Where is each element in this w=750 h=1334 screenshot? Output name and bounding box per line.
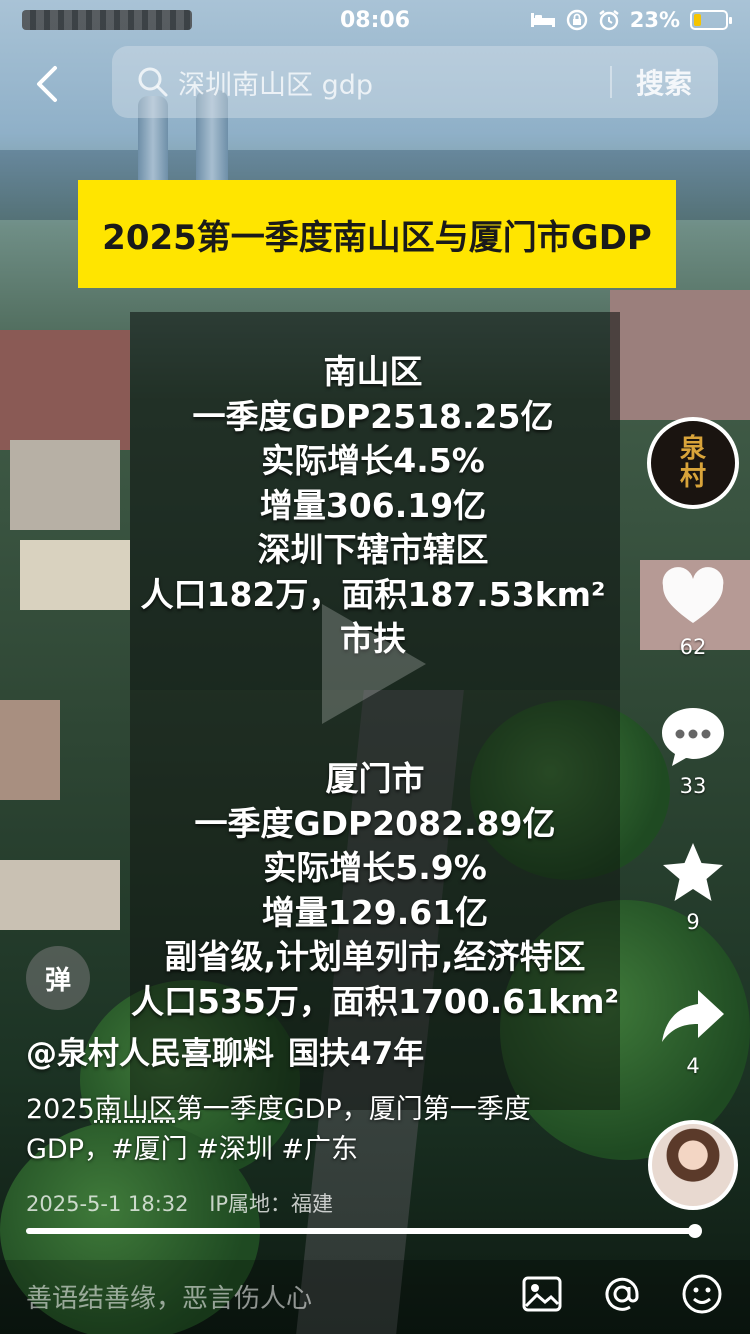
post-date: 2025-5-1 18:32 [26,1192,189,1216]
video-description: 2025南山区第一季度GDP，厦门第一季度GDP，#厦门 #深圳 #广东 [26,1090,586,1170]
xiamen-line: 人口535万，面积1700.61km² [131,981,619,1021]
author-overlay-text: 国扶47年 [288,1036,425,1072]
battery-percent: 23% [629,8,680,32]
nanshan-line: 实际增长4.5% [261,441,485,480]
bed-icon [530,13,555,27]
at-icon [605,1277,639,1311]
author-name[interactable]: @泉村人民喜聊料 [26,1036,274,1072]
creator-avatar[interactable]: 泉村 [647,417,739,509]
emoji-button[interactable] [680,1272,724,1316]
nanshan-line: 一季度GDP2518.25亿 [192,396,554,436]
search-divider [609,66,612,98]
music-disc-avatar[interactable] [648,1120,738,1210]
xiamen-line: 副省级,计划单列市,经济特区 [164,937,586,976]
ip-location: IP属地：福建 [209,1192,334,1216]
share-button[interactable]: 4 [656,982,730,1078]
comment-button[interactable]: 33 [656,702,730,798]
comment-count: 33 [679,774,707,798]
back-button[interactable] [26,60,70,108]
video-progress-bar[interactable] [26,1224,702,1238]
status-right: 23% [530,8,732,32]
carrier-info [22,10,192,30]
image-icon [522,1276,562,1312]
heart-icon [662,567,724,623]
favorite-button[interactable]: 9 [656,838,730,934]
creator-logo: 泉村 [679,434,706,492]
mention-button[interactable] [600,1272,644,1316]
title-banner: 2025第一季度南山区与厦门市GDP [78,180,676,288]
share-icon [662,990,724,1042]
xiamen-text: 厦门市 一季度GDP2082.89亿 实际增长5.9% 增量129.61亿 副省… [0,757,750,1024]
nanshan-line: 南山区 [323,352,423,391]
favorite-count: 9 [686,910,700,934]
battery-fill [694,14,701,26]
danmu-label: 弹 [44,965,71,996]
xiamen-line: 一季度GDP2082.89亿 [194,803,556,843]
post-meta: 2025-5-1 18:32 IP属地：福建 [26,1188,333,1218]
xiamen-line: 实际增长5.9% [263,848,487,887]
status-bar: 08:06 23% [0,0,750,40]
battery-icon [690,10,732,30]
alarm-icon [599,10,619,31]
like-button[interactable]: 62 [656,563,730,659]
search-icon [138,67,168,97]
desc-prefix: 2025 [26,1094,95,1125]
danmu-toggle[interactable]: 弹 [26,946,90,1010]
star-icon [663,843,723,901]
image-button[interactable] [520,1272,564,1316]
pause-overlay-icon[interactable] [322,604,426,724]
back-arrow-icon [37,66,57,102]
desc-keyword-link[interactable]: 南山区 [95,1094,176,1125]
search-button[interactable]: 搜索 [636,62,692,102]
status-time: 08:06 [339,7,411,33]
xiamen-line: 增量129.61亿 [261,892,489,932]
comment-input[interactable]: 善语结善缘，恶言伤人心 [26,1278,312,1315]
share-count: 4 [686,1054,700,1078]
banner-title: 2025第一季度南山区与厦门市GDP [102,217,652,258]
comment-icon [662,708,724,766]
emoji-icon [682,1274,722,1314]
nanshan-line: 增量306.19亿 [259,485,487,525]
rotation-lock-icon [566,9,587,31]
xiamen-line: 厦门市 [325,759,425,798]
like-count: 62 [679,635,707,659]
comment-bar[interactable]: 善语结善缘，恶言伤人心 [0,1260,750,1334]
nanshan-line: 深圳下辖市辖区 [257,530,489,569]
search-input[interactable]: 深圳南山区 gdp [178,63,610,102]
search-bar[interactable]: 深圳南山区 gdp 搜索 [112,46,718,118]
progress-played [26,1228,695,1234]
progress-knob[interactable] [687,1224,702,1238]
author-line: @泉村人民喜聊料 国扶47年 [26,1028,424,1073]
